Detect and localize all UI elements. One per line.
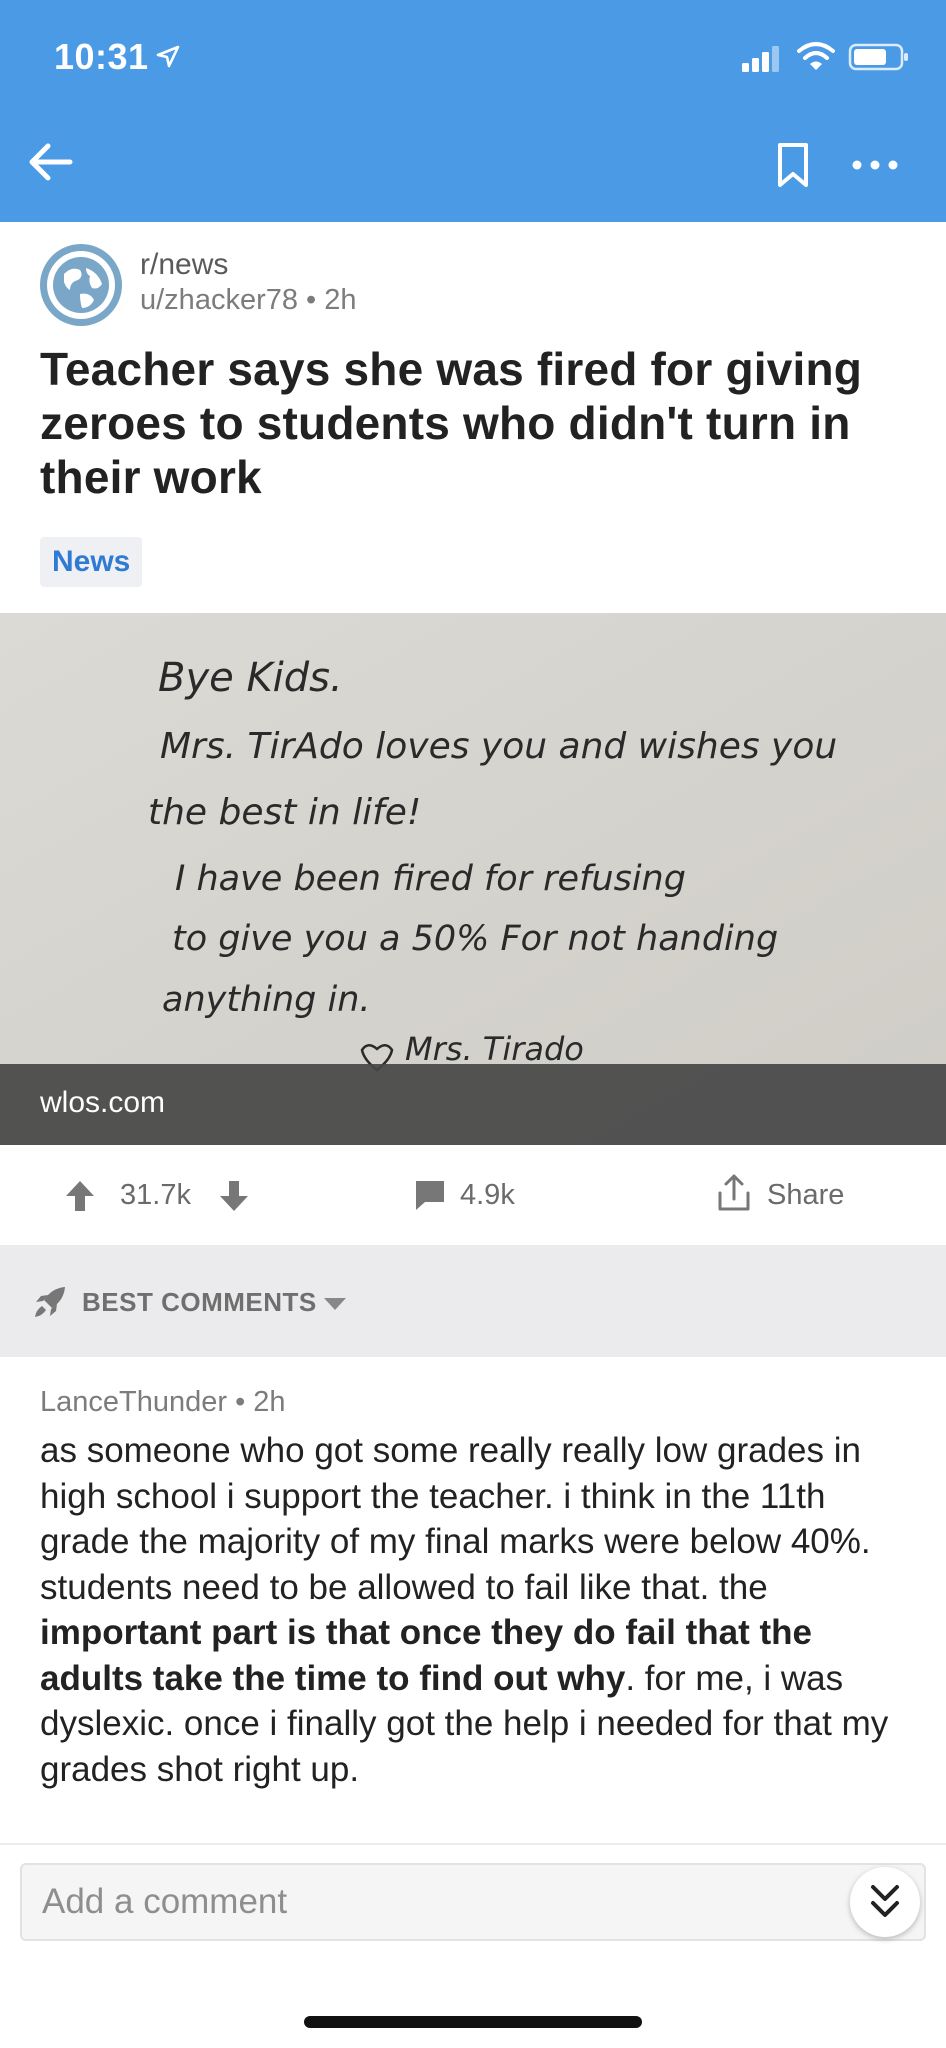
sort-selector[interactable]: BEST COMMENTS	[82, 1287, 317, 1318]
post-flair[interactable]: News	[40, 537, 143, 587]
double-chevron-down-icon	[871, 1885, 899, 1917]
vote-score: 31.7k	[120, 1179, 191, 1211]
rocket-icon[interactable]	[32, 1284, 68, 1320]
wifi-icon	[797, 42, 835, 70]
status-time: 10:31	[54, 36, 149, 77]
board-line-6: anything in.	[162, 980, 371, 1020]
location-arrow-icon	[156, 45, 180, 68]
board-line-4: I have been fired for refusing	[175, 859, 686, 899]
board-line-3: the best in life!	[148, 792, 421, 833]
bookmark-icon[interactable]	[776, 142, 810, 188]
board-line-2: Mrs. TirAdo loves you and wishes you	[160, 726, 837, 767]
post-title: Teacher says she was fired for giving ze…	[40, 343, 863, 503]
comment-count[interactable]: 4.9k	[460, 1179, 515, 1212]
subreddit-avatar[interactable]	[40, 244, 122, 326]
more-options-icon[interactable]	[850, 158, 900, 172]
board-signature: Mrs. Tirado	[405, 1030, 584, 1068]
comment-author-meta[interactable]: LanceThunder • 2h	[40, 1386, 286, 1419]
subreddit-name[interactable]: r/news	[140, 248, 228, 282]
link-domain[interactable]: wlos.com	[40, 1086, 165, 1120]
upvote-icon[interactable]	[64, 1179, 96, 1213]
share-icon[interactable]	[714, 1173, 754, 1213]
app-bar	[0, 0, 946, 222]
comment-body: as someone who got some really really lo…	[40, 1428, 910, 1792]
downvote-icon[interactable]	[218, 1179, 250, 1213]
battery-icon	[848, 43, 908, 71]
chevron-down-icon[interactable]	[322, 1296, 348, 1312]
add-comment-placeholder: Add a comment	[42, 1882, 288, 1921]
back-arrow-icon[interactable]	[26, 138, 76, 186]
post-author-time[interactable]: u/zhacker78 • 2h	[140, 284, 357, 317]
next-comment-button[interactable]	[850, 1867, 920, 1937]
board-line-5: to give you a 50% For not handing	[172, 919, 778, 959]
share-button[interactable]: Share	[767, 1179, 844, 1212]
cellular-signal-icon	[742, 46, 779, 72]
comment-bubble-icon[interactable]	[413, 1178, 447, 1212]
home-indicator[interactable]	[304, 2016, 642, 2028]
globe-icon	[47, 251, 115, 319]
divider	[0, 1843, 946, 1845]
comment-text-1: as someone who got some really really lo…	[40, 1431, 871, 1607]
board-line-1: Bye Kids.	[158, 655, 343, 701]
